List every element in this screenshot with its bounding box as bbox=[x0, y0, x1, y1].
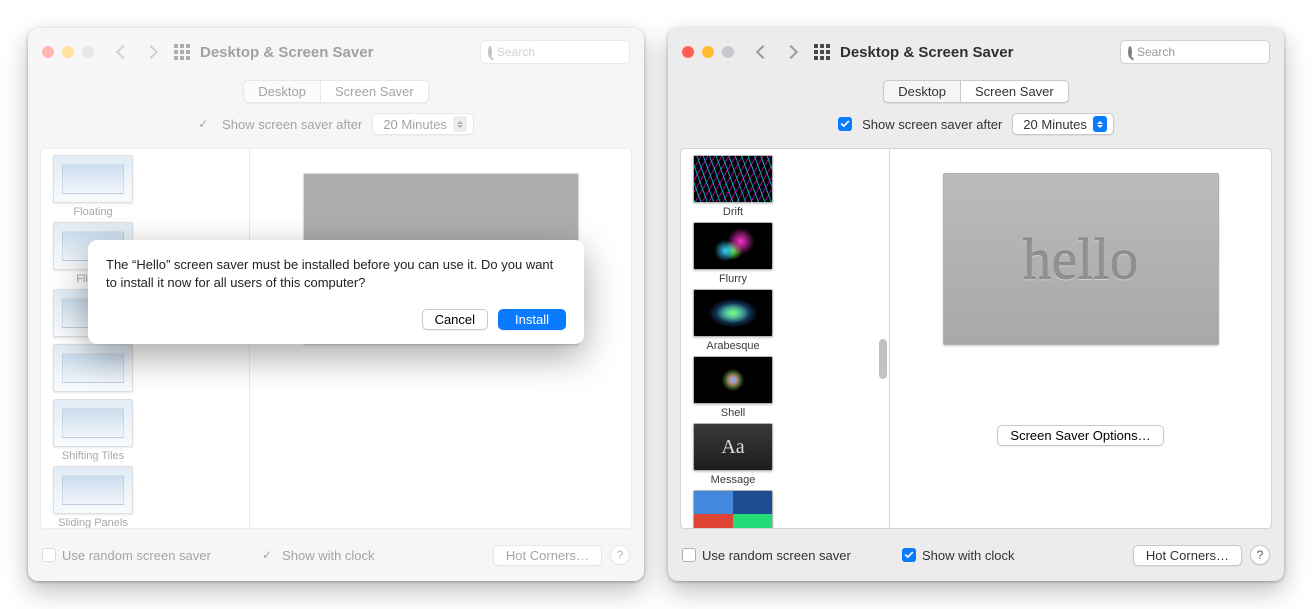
thumbnail bbox=[693, 490, 773, 529]
search-input[interactable] bbox=[1137, 45, 1284, 59]
clock-label: Show with clock bbox=[922, 548, 1014, 563]
content: Drift Flurry Arabesque Shell Message Album Ar… bbox=[680, 148, 1272, 529]
preview-pane: hello Screen Saver Options… bbox=[890, 148, 1272, 529]
thumbnail bbox=[693, 155, 773, 203]
item-label: Flurry bbox=[719, 273, 747, 285]
scroll-thumb[interactable] bbox=[879, 339, 887, 379]
list-item[interactable]: Message bbox=[689, 423, 777, 486]
close-icon[interactable] bbox=[682, 46, 694, 58]
after-row: Show screen saver after 20 Minutes bbox=[668, 113, 1284, 135]
thumbnail bbox=[693, 289, 773, 337]
after-popup[interactable]: 20 Minutes bbox=[1012, 113, 1114, 135]
options-button[interactable]: Screen Saver Options… bbox=[997, 425, 1163, 446]
nav-buttons bbox=[758, 47, 796, 57]
random-label: Use random screen saver bbox=[702, 548, 851, 563]
search-icon bbox=[1128, 46, 1132, 58]
bottombar: Use random screen saver Show with clock … bbox=[682, 541, 1270, 569]
list-item[interactable]: Flurry bbox=[689, 222, 777, 285]
stepper-icon bbox=[1093, 116, 1107, 132]
item-label: Arabesque bbox=[706, 340, 759, 352]
zoom-icon[interactable] bbox=[722, 46, 734, 58]
back-icon[interactable] bbox=[756, 45, 770, 59]
after-label: Show screen saver after bbox=[862, 117, 1002, 132]
list-item[interactable]: Drift bbox=[689, 155, 777, 218]
list-item[interactable]: Shell bbox=[689, 356, 777, 419]
list-item[interactable]: Arabesque bbox=[689, 289, 777, 352]
hotcorners-button[interactable]: Hot Corners… bbox=[1133, 545, 1242, 566]
tab-desktop[interactable]: Desktop bbox=[884, 81, 960, 102]
help-button[interactable]: ? bbox=[1250, 545, 1270, 565]
thumbnail bbox=[693, 356, 773, 404]
item-label: Drift bbox=[723, 206, 743, 218]
scrollbar[interactable] bbox=[879, 151, 887, 526]
preview: hello bbox=[943, 173, 1219, 345]
random-checkbox[interactable] bbox=[682, 548, 696, 562]
item-label: Shell bbox=[721, 407, 745, 419]
tab-screensaver[interactable]: Screen Saver bbox=[960, 81, 1068, 102]
thumbnail bbox=[693, 222, 773, 270]
install-button[interactable]: Install bbox=[498, 309, 566, 330]
search-field[interactable] bbox=[1120, 40, 1270, 64]
forward-icon[interactable] bbox=[784, 45, 798, 59]
tabs: Desktop Screen Saver bbox=[668, 80, 1284, 103]
dialog-message: The “Hello” screen saver must be install… bbox=[106, 256, 566, 291]
list-pane[interactable]: Drift Flurry Arabesque Shell Message Album Ar… bbox=[680, 148, 890, 529]
minimize-icon[interactable] bbox=[702, 46, 714, 58]
preview-text: hello bbox=[1023, 226, 1139, 293]
traffic-lights[interactable] bbox=[682, 46, 734, 58]
clock-checkbox[interactable] bbox=[902, 548, 916, 562]
install-dialog: The “Hello” screen saver must be install… bbox=[88, 240, 584, 344]
thumbnail bbox=[693, 423, 773, 471]
after-checkbox[interactable] bbox=[838, 117, 852, 131]
syspref-window-left: Desktop & Screen Saver Desktop Screen Sa… bbox=[28, 28, 644, 581]
after-value: 20 Minutes bbox=[1023, 117, 1087, 132]
grid-icon[interactable] bbox=[814, 44, 830, 60]
window-title: Desktop & Screen Saver bbox=[840, 44, 1013, 61]
list-item[interactable]: Album Artwork bbox=[689, 490, 777, 529]
cancel-button[interactable]: Cancel bbox=[422, 309, 488, 330]
syspref-window-right: Desktop & Screen Saver Desktop Screen Sa… bbox=[668, 28, 1284, 581]
titlebar: Desktop & Screen Saver bbox=[668, 28, 1284, 76]
item-label: Message bbox=[711, 474, 756, 486]
